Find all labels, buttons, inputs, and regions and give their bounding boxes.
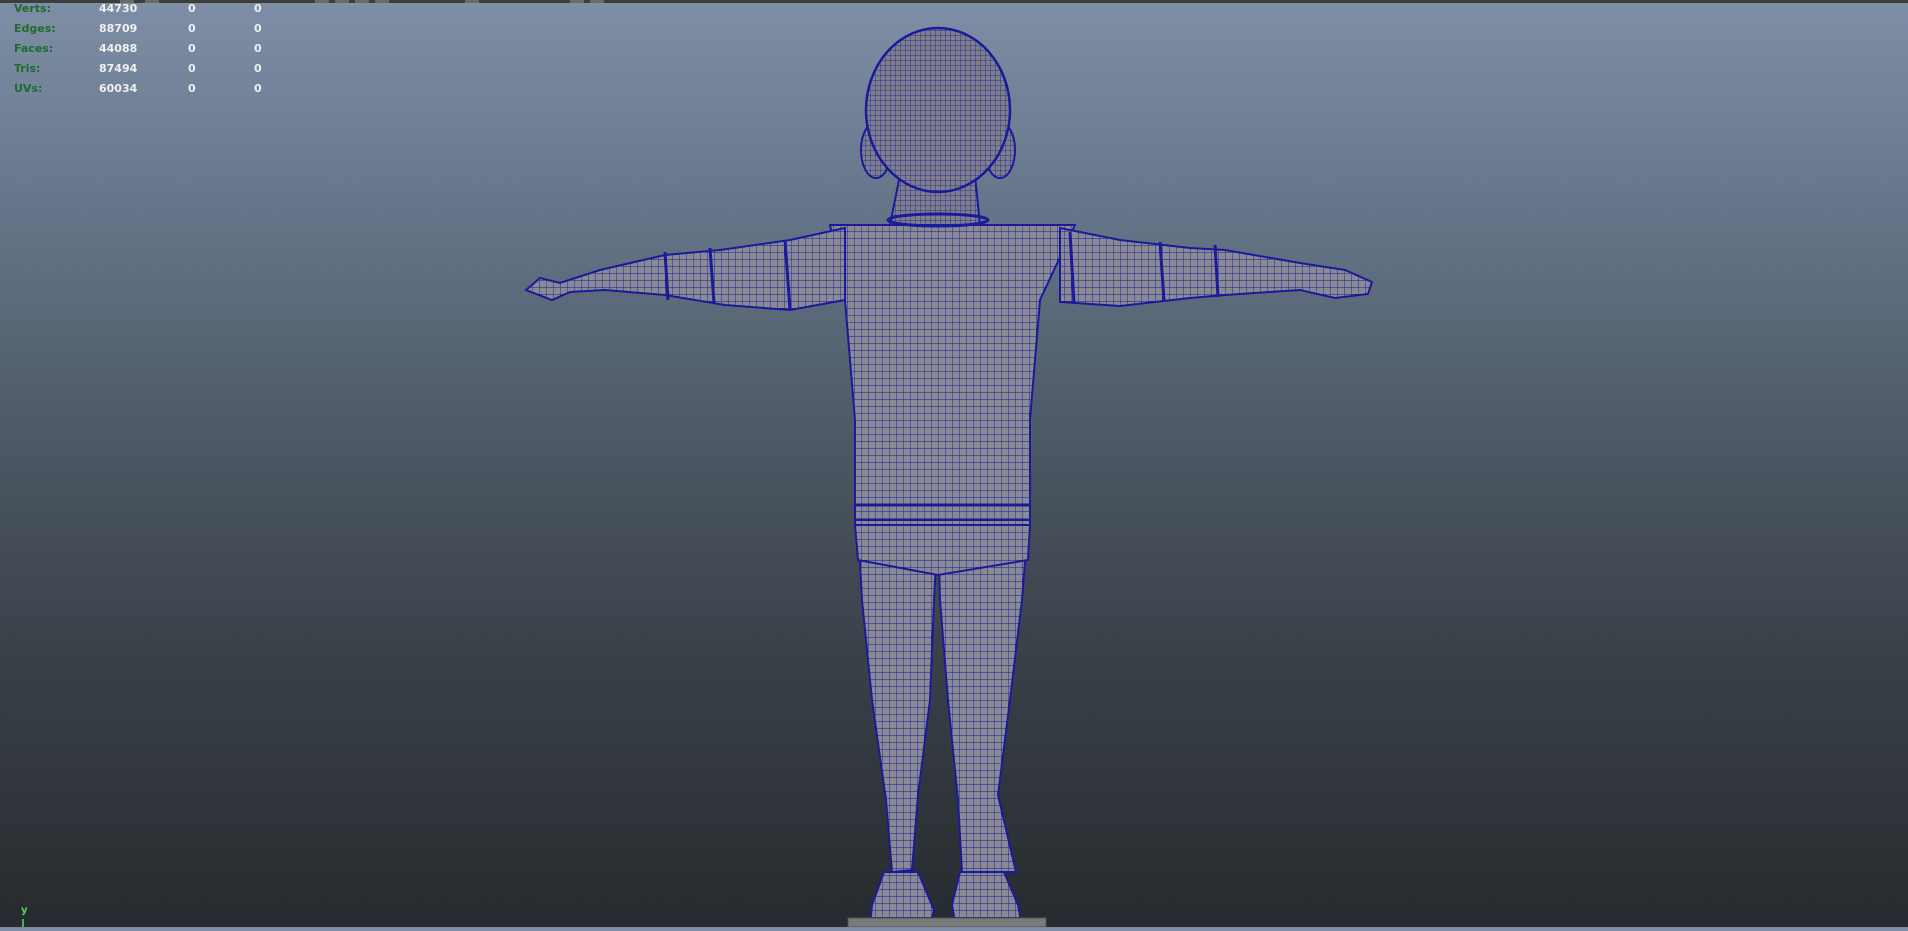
hud-value-total: 60034 <box>99 82 138 95</box>
ground-plate <box>847 917 1047 928</box>
view-axis-indicator: y <box>18 905 38 927</box>
hud-value-selected: 0 <box>188 22 196 35</box>
left-leg <box>856 524 940 874</box>
hud-value-other: 0 <box>254 42 262 55</box>
hud-value-total: 88709 <box>99 22 138 35</box>
head <box>864 26 1012 194</box>
axis-gizmo-icon <box>22 919 24 927</box>
hud-value-selected: 0 <box>188 2 196 15</box>
character-mesh[interactable] <box>0 0 1908 928</box>
hud-value-other: 0 <box>254 62 262 75</box>
hud-row-edges: Edges: 88709 0 0 <box>14 22 274 42</box>
poly-count-hud: Verts: 44730 0 0 Edges: 88709 0 0 Faces:… <box>14 2 274 102</box>
left-arm <box>524 226 846 312</box>
right-leg <box>936 524 1030 873</box>
hud-row-verts: Verts: 44730 0 0 <box>14 2 274 22</box>
hud-value-other: 0 <box>254 82 262 95</box>
hud-value-selected: 0 <box>188 42 196 55</box>
3d-viewport[interactable] <box>0 0 1908 928</box>
torso <box>828 224 1077 526</box>
hud-row-faces: Faces: 44088 0 0 <box>14 42 274 62</box>
hud-label: Verts: <box>14 2 52 15</box>
hud-value-other: 0 <box>254 22 262 35</box>
hud-value-total: 44088 <box>99 42 138 55</box>
hud-value-other: 0 <box>254 2 262 15</box>
hud-value-total: 44730 <box>99 2 138 15</box>
hud-row-tris: Tris: 87494 0 0 <box>14 62 274 82</box>
hud-label: Tris: <box>14 62 41 75</box>
hud-value-selected: 0 <box>188 82 196 95</box>
hud-value-selected: 0 <box>188 62 196 75</box>
hud-label: Faces: <box>14 42 54 55</box>
hud-value-total: 87494 <box>99 62 138 75</box>
hud-row-uvs: UVs: 60034 0 0 <box>14 82 274 102</box>
hud-label: UVs: <box>14 82 43 95</box>
hud-label: Edges: <box>14 22 56 35</box>
